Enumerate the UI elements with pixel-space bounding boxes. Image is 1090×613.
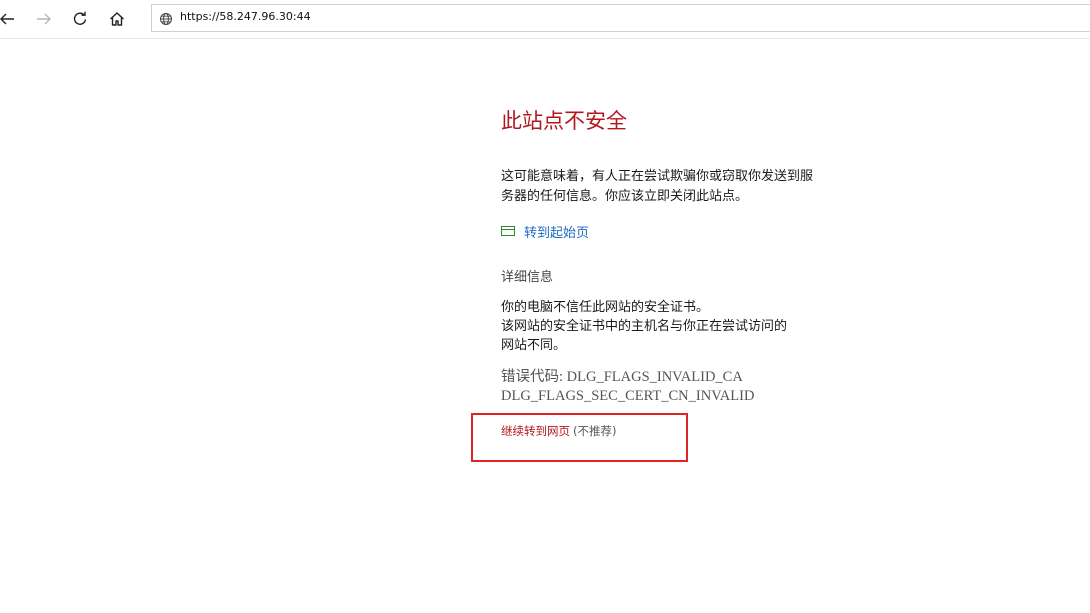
details-toggle[interactable]: 详细信息 bbox=[501, 266, 553, 285]
details-line: 网站不同。 bbox=[501, 338, 567, 353]
error-code-line: 错误代码: DLG_FLAGS_INVALID_CA bbox=[501, 369, 743, 385]
url-text[interactable]: https://58.247.96.30:44 bbox=[180, 10, 311, 23]
annotation-highlight-box bbox=[471, 413, 688, 462]
home-icon bbox=[110, 12, 124, 26]
details-line: 该网站的安全证书中的主机名与你正在尝试访问的 bbox=[501, 319, 788, 334]
back-button[interactable] bbox=[0, 6, 20, 32]
browser-toolbar: https://58.247.96.30:44 bbox=[0, 0, 1090, 39]
page-title: 此站点不安全 bbox=[501, 109, 627, 133]
refresh-button[interactable] bbox=[67, 6, 93, 32]
back-arrow-icon bbox=[0, 13, 14, 25]
forward-button[interactable] bbox=[31, 6, 57, 32]
refresh-icon bbox=[73, 11, 87, 25]
error-codes: 错误代码: DLG_FLAGS_INVALID_CA DLG_FLAGS_SEC… bbox=[501, 368, 754, 406]
details-body: 你的电脑不信任此网站的安全证书。 该网站的安全证书中的主机名与你正在尝试访问的 … bbox=[501, 298, 821, 355]
forward-arrow-icon bbox=[37, 13, 51, 25]
start-page-icon bbox=[501, 226, 515, 236]
error-code-line: DLG_FLAGS_SEC_CERT_CN_INVALID bbox=[501, 388, 755, 404]
details-line: 你的电脑不信任此网站的安全证书。 bbox=[501, 300, 710, 315]
home-button[interactable] bbox=[104, 6, 130, 32]
go-to-start-page-link[interactable]: 转到起始页 bbox=[501, 221, 589, 241]
start-page-link-label[interactable]: 转到起始页 bbox=[524, 222, 589, 241]
address-bar[interactable]: https://58.247.96.30:44 bbox=[151, 4, 1090, 32]
globe-icon[interactable] bbox=[159, 12, 173, 26]
warning-description: 这可能意味着，有人正在尝试欺骗你或窃取你发送到服务器的任何信息。你应该立即关闭此… bbox=[501, 169, 814, 204]
